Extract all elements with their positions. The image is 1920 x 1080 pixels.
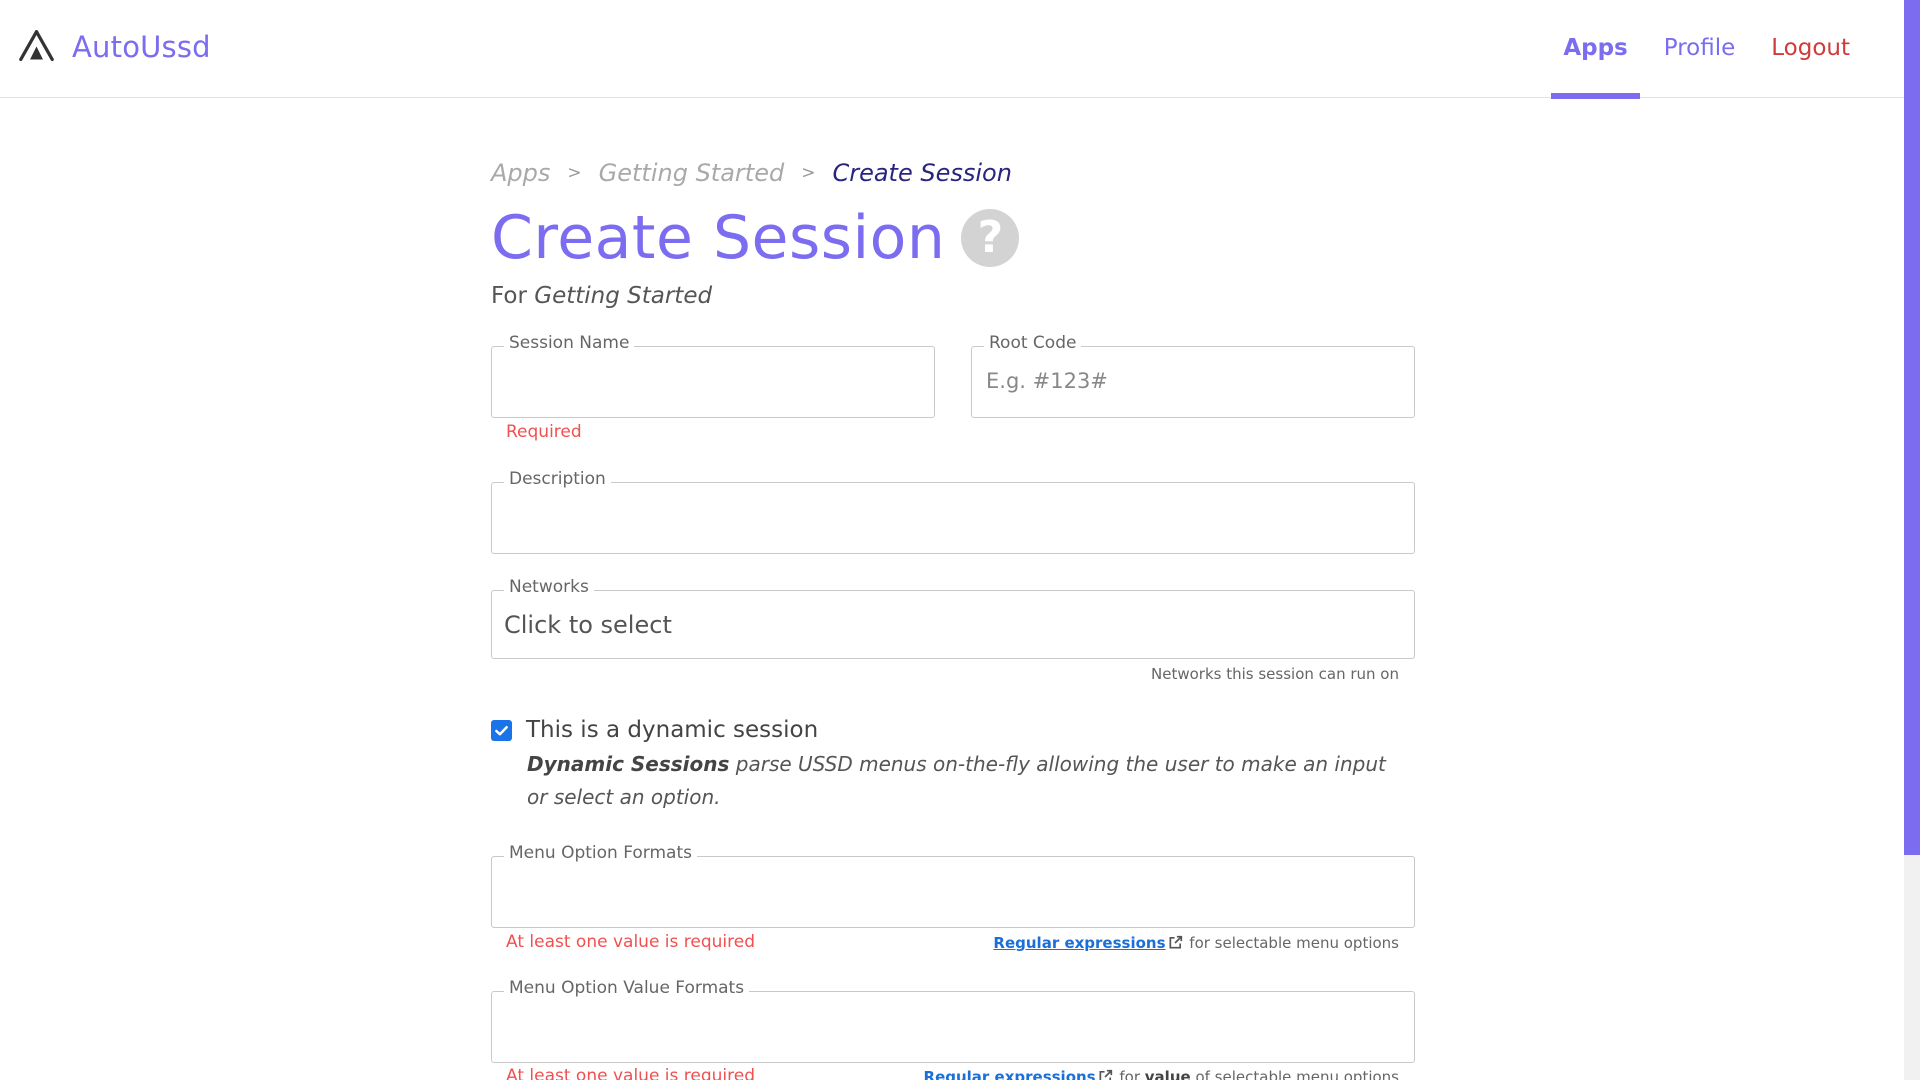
tent-logo-icon bbox=[19, 30, 54, 62]
root-code-input[interactable] bbox=[986, 365, 1400, 397]
external-link-icon bbox=[1169, 935, 1182, 949]
menu-option-formats-label: Menu Option Formats bbox=[504, 843, 697, 863]
page-scrollbar[interactable] bbox=[1904, 0, 1920, 1080]
menu-option-formats-hint: Regular expressions for selectable menu … bbox=[993, 934, 1399, 952]
menu-option-value-formats-error: At least one value is required bbox=[506, 1066, 756, 1080]
menu-option-formats-hint-text: for selectable menu options bbox=[1184, 934, 1399, 952]
question-circle-icon[interactable]: ? bbox=[961, 209, 1020, 267]
main-nav: Apps Profile Logout bbox=[1539, 0, 1862, 99]
networks-select-value: Click to select bbox=[504, 611, 672, 639]
dynamic-session-checkbox[interactable] bbox=[491, 719, 512, 741]
breadcrumb-separator: > bbox=[801, 163, 816, 183]
nav-profile[interactable]: Profile bbox=[1652, 0, 1748, 98]
page-title: Create Session bbox=[491, 203, 946, 273]
hint-value-word: value bbox=[1144, 1068, 1191, 1080]
external-link-icon bbox=[1099, 1069, 1112, 1080]
breadcrumb-separator: > bbox=[567, 163, 582, 183]
hint-for: for bbox=[1114, 1068, 1145, 1080]
subtitle-prefix: For bbox=[491, 283, 527, 309]
description-input[interactable] bbox=[506, 501, 1400, 533]
session-name-input[interactable] bbox=[506, 365, 920, 397]
scrollbar-thumb[interactable] bbox=[1904, 0, 1920, 855]
breadcrumb-getting-started[interactable]: Getting Started bbox=[599, 159, 785, 187]
networks-select[interactable]: Networks Click to select bbox=[491, 577, 1415, 659]
description-field: Description bbox=[491, 469, 1415, 554]
brand-name: AutoUssd bbox=[72, 29, 211, 64]
dynamic-session-row[interactable]: This is a dynamic session bbox=[491, 717, 818, 743]
session-name-error: Required bbox=[506, 422, 582, 442]
subtitle-app-name: Getting Started bbox=[534, 283, 713, 309]
brand[interactable]: AutoUssd bbox=[18, 28, 211, 65]
checkmark-icon bbox=[495, 725, 508, 735]
dynamic-session-label[interactable]: This is a dynamic session bbox=[526, 717, 818, 743]
top-navbar: AutoUssd Apps Profile Logout bbox=[0, 0, 1904, 99]
networks-hint: Networks this session can run on bbox=[1151, 665, 1399, 683]
nav-apps[interactable]: Apps bbox=[1551, 0, 1641, 99]
breadcrumb-create-session: Create Session bbox=[832, 159, 1012, 187]
root-code-field: Root Code bbox=[971, 333, 1415, 418]
root-code-label: Root Code bbox=[984, 333, 1082, 353]
menu-option-value-formats-hint: Regular expressions for value of selecta… bbox=[924, 1068, 1399, 1080]
page-subtitle: For Getting Started bbox=[491, 283, 1415, 319]
dynamic-sessions-term: Dynamic Sessions bbox=[527, 752, 730, 776]
regular-expressions-link[interactable]: Regular expressions bbox=[993, 934, 1165, 952]
breadcrumb-apps[interactable]: Apps bbox=[491, 159, 550, 187]
menu-option-value-formats-field: Menu Option Value Formats bbox=[491, 978, 1415, 1063]
session-name-label: Session Name bbox=[504, 333, 635, 353]
hint-rest: of selectable menu options bbox=[1190, 1068, 1399, 1080]
menu-option-value-formats-label: Menu Option Value Formats bbox=[504, 978, 750, 998]
description-label: Description bbox=[504, 469, 611, 489]
regular-expressions-link[interactable]: Regular expressions bbox=[924, 1068, 1096, 1080]
nav-logout[interactable]: Logout bbox=[1759, 0, 1862, 98]
session-name-field: Session Name bbox=[491, 333, 935, 418]
menu-option-formats-field: Menu Option Formats bbox=[491, 843, 1415, 928]
menu-option-formats-error: At least one value is required bbox=[506, 932, 756, 952]
dynamic-session-description: Dynamic Sessions parse USSD menus on-the… bbox=[527, 748, 1407, 814]
menu-option-value-formats-input[interactable] bbox=[506, 1010, 1400, 1042]
networks-label: Networks bbox=[504, 577, 594, 597]
breadcrumb: Apps > Getting Started > Create Session bbox=[491, 150, 1415, 196]
menu-option-formats-input[interactable] bbox=[506, 875, 1400, 907]
page-header: Apps > Getting Started > Create Session … bbox=[491, 150, 1415, 319]
